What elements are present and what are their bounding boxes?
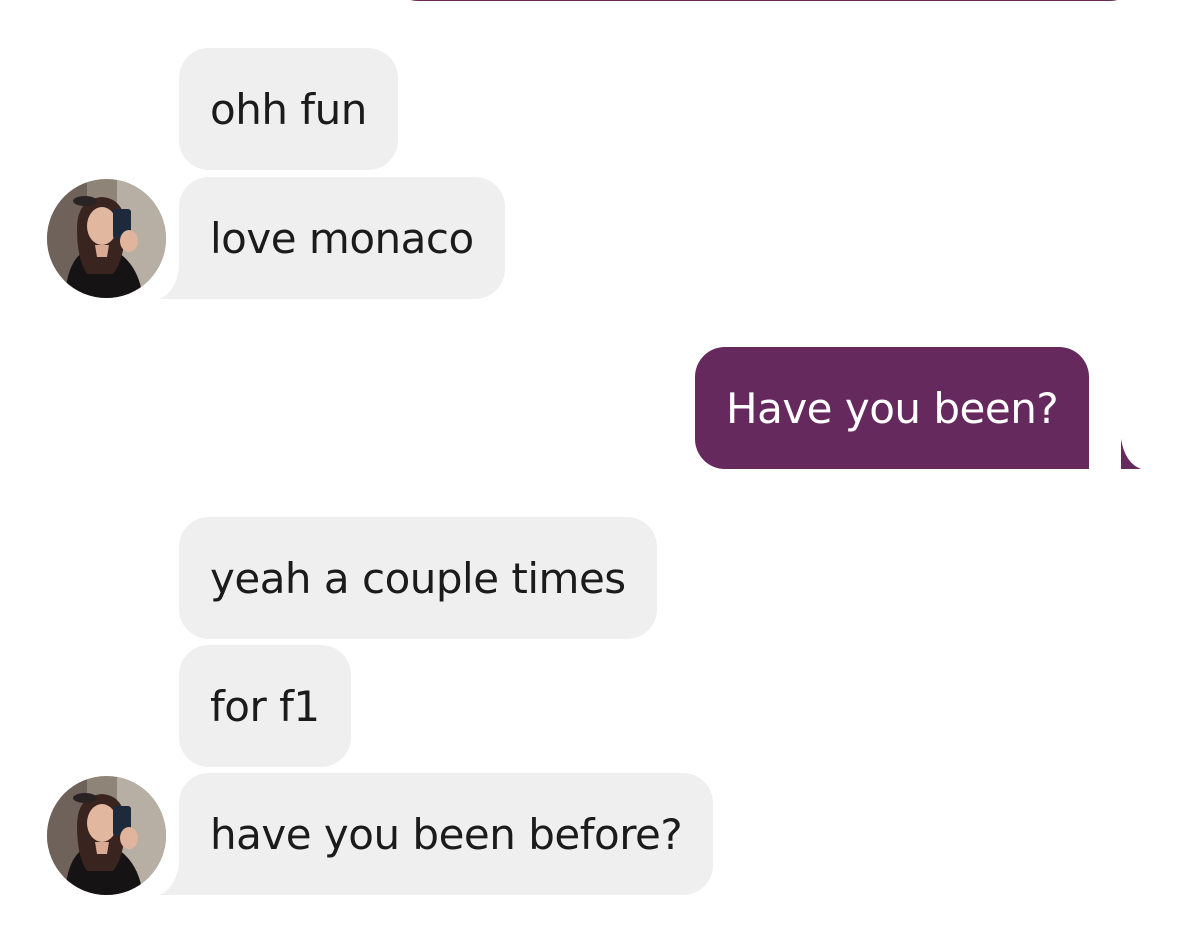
incoming-message-bubble[interactable]: have you been before? xyxy=(179,773,714,895)
message-text: yeah a couple times xyxy=(210,553,626,603)
profile-photo-icon xyxy=(47,776,166,895)
incoming-message-bubble[interactable]: yeah a couple times xyxy=(179,517,657,639)
contact-avatar[interactable] xyxy=(47,776,166,895)
incoming-bubble-tail xyxy=(159,865,179,895)
incoming-message-bubble[interactable]: for f1 xyxy=(179,645,351,767)
message-text: love monaco xyxy=(210,213,474,263)
message-thread: ohh fun love monaco Have you been? yeah … xyxy=(0,0,1200,944)
message-text: for f1 xyxy=(210,681,320,731)
contact-avatar[interactable] xyxy=(47,179,166,298)
incoming-message-bubble[interactable]: ohh fun xyxy=(179,48,398,170)
profile-photo-icon xyxy=(47,179,166,298)
outgoing-bubble-tail xyxy=(1121,439,1141,469)
previous-outgoing-message-bubble[interactable] xyxy=(388,0,1140,1)
outgoing-message-bubble[interactable]: Have you been? xyxy=(695,347,1090,469)
message-text: Have you been? xyxy=(726,383,1059,433)
message-text: have you been before? xyxy=(210,809,683,859)
incoming-bubble-tail xyxy=(159,269,179,299)
message-text: ohh fun xyxy=(210,84,367,134)
incoming-message-bubble[interactable]: love monaco xyxy=(179,177,505,299)
